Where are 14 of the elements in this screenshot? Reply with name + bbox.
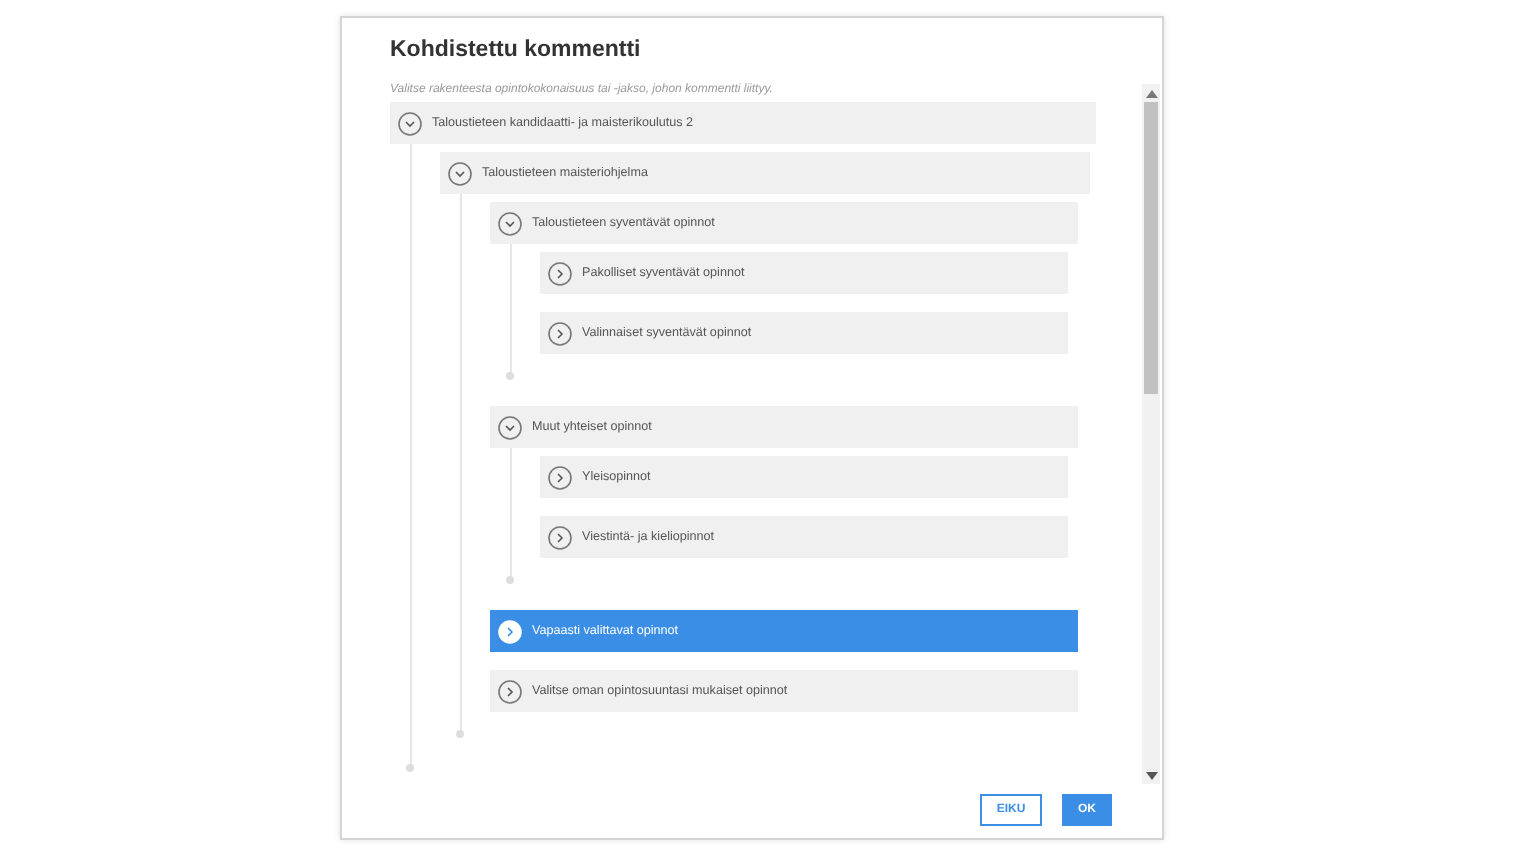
expand-icon[interactable] bbox=[548, 261, 572, 285]
collapse-icon[interactable] bbox=[498, 211, 522, 235]
collapse-icon[interactable] bbox=[448, 161, 472, 185]
collapse-icon[interactable] bbox=[398, 111, 422, 135]
expand-icon[interactable] bbox=[498, 679, 522, 703]
expand-icon[interactable] bbox=[548, 465, 572, 489]
scrollbar[interactable] bbox=[1142, 84, 1160, 784]
expand-icon[interactable] bbox=[548, 525, 572, 549]
scroll-down-icon[interactable] bbox=[1145, 772, 1157, 780]
collapse-icon[interactable] bbox=[498, 415, 522, 439]
expand-icon[interactable] bbox=[548, 321, 572, 345]
scroll-up-icon[interactable] bbox=[1145, 90, 1157, 98]
scrollbar-thumb[interactable] bbox=[1144, 102, 1158, 394]
dialog-title: Kohdistettu kommentti bbox=[390, 38, 641, 66]
